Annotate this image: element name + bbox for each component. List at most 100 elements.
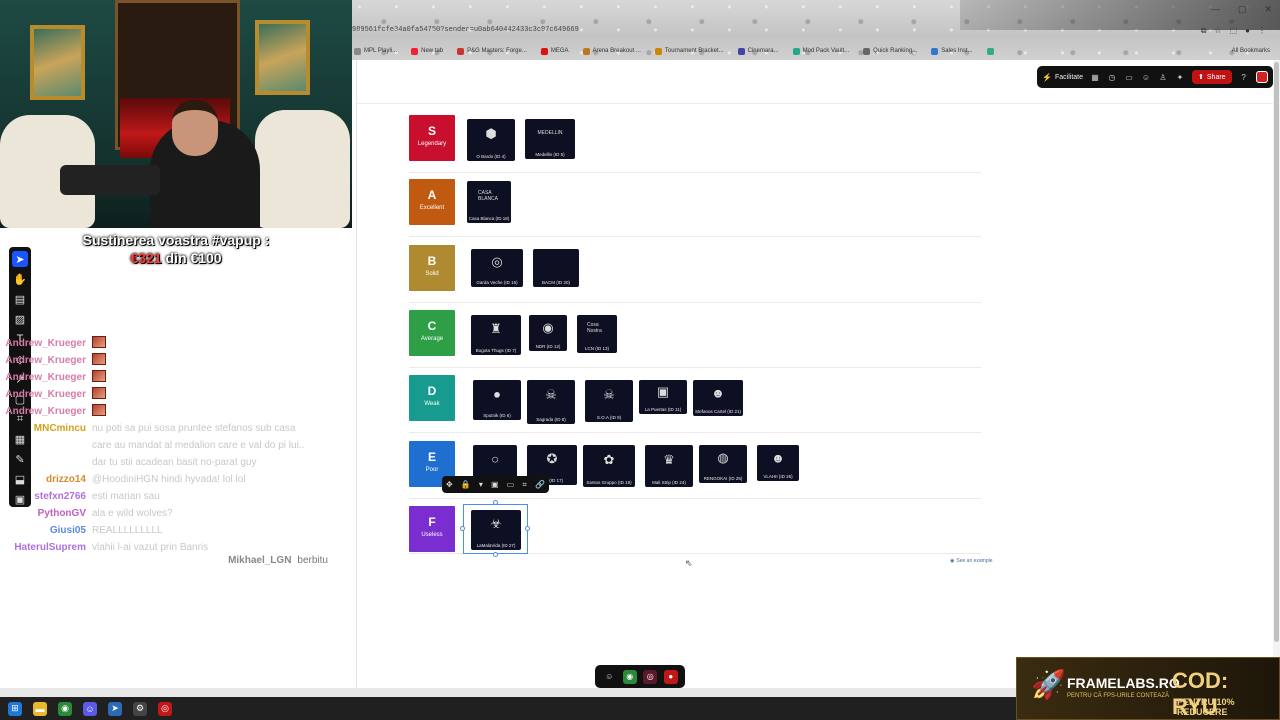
- resize-handle[interactable]: [460, 526, 465, 531]
- resize-handle[interactable]: [493, 500, 498, 505]
- hand-tool-icon[interactable]: ✋: [12, 271, 28, 287]
- tier-badge[interactable]: A Excellent: [409, 179, 455, 225]
- gang-card[interactable]: CASA BLANCA Casa Blanca (ID 18): [467, 181, 511, 223]
- present-icon[interactable]: ▦: [1090, 72, 1100, 82]
- bookmark-item[interactable]: [986, 47, 997, 55]
- gang-card[interactable]: Cosa Nostra LCN (ID 13): [577, 315, 617, 353]
- chat-username[interactable]: stefxn2766: [0, 491, 92, 502]
- bookmark-item[interactable]: Quick Ranking...: [863, 47, 917, 55]
- emoji-icon[interactable]: ☺: [602, 670, 616, 684]
- chat-username[interactable]: drizzo14: [0, 474, 92, 485]
- bookmark-item[interactable]: Cinemara...: [737, 47, 779, 55]
- chat-username[interactable]: Andrew_Krueger: [0, 372, 92, 383]
- comment-icon[interactable]: ▭: [507, 480, 515, 489]
- tier-badge[interactable]: C Average: [409, 310, 455, 356]
- all-bookmarks-button[interactable]: All Bookmarks: [1232, 48, 1280, 54]
- resize-handle[interactable]: [525, 526, 530, 531]
- see-example-link[interactable]: ◉ See an example: [950, 558, 993, 564]
- frame-icon[interactable]: ▣: [491, 480, 499, 489]
- rocket-icon: 🚀: [1031, 669, 1066, 700]
- extensions-icon[interactable]: ⬚: [1230, 26, 1238, 36]
- help-icon[interactable]: ?: [1239, 72, 1249, 82]
- chat-message-row: care au mandat al medalion care e val do…: [0, 437, 352, 454]
- bookmark-item[interactable]: Sales Inst...: [931, 47, 973, 55]
- gang-card[interactable]: ☻ VLAHII (ID 26): [757, 445, 799, 481]
- sticky-note-icon[interactable]: ▨: [12, 311, 28, 327]
- gang-card[interactable]: ▣ La Puertas (ID 11): [639, 380, 687, 414]
- maximize-icon[interactable]: ▢: [1238, 4, 1247, 15]
- file-explorer-icon[interactable]: ▬: [33, 701, 47, 716]
- gang-card[interactable]: ⬢ O Bardo (ID 4): [467, 119, 515, 161]
- bookmark-item[interactable]: Tournament Bracket...: [654, 47, 724, 55]
- crop-icon[interactable]: ⌗: [522, 480, 527, 490]
- gang-card[interactable]: MEDELLIN Medellin (ID 5): [525, 119, 575, 159]
- star-icon[interactable]: ☆: [1214, 26, 1221, 36]
- mic-icon[interactable]: ◎: [643, 669, 658, 684]
- gang-card[interactable]: ◉ NDR (ID 12): [529, 315, 567, 351]
- menu-icon[interactable]: ⋮: [1258, 26, 1266, 36]
- emote-icon: [92, 387, 106, 399]
- chat-username[interactable]: Andrew_Krueger: [0, 338, 92, 349]
- chat-icon[interactable]: ▭: [1124, 72, 1134, 82]
- gang-card[interactable]: ☠ S.O.A (ID 9): [585, 380, 633, 422]
- tier-badge[interactable]: D Weak: [409, 375, 455, 421]
- bookmark-item[interactable]: Arena Breakout ...: [582, 47, 641, 55]
- selection-box[interactable]: [463, 504, 528, 554]
- chrome-icon[interactable]: ◉: [58, 701, 72, 716]
- tier-badge[interactable]: S Legendary: [409, 115, 455, 161]
- bookmark-item[interactable]: Mod Pack Vault...: [792, 47, 849, 55]
- chevron-down-icon[interactable]: ▾: [479, 480, 483, 489]
- tier-badge[interactable]: B Solid: [409, 245, 455, 291]
- minimize-icon[interactable]: —: [1211, 4, 1220, 15]
- templates-icon[interactable]: ▤: [12, 291, 28, 307]
- gang-card[interactable]: ✿ Santos Gruppo (ID 19): [583, 445, 635, 487]
- avatar[interactable]: [1255, 71, 1268, 83]
- gang-card[interactable]: ◍ RENGOKAI (ID 25): [699, 445, 747, 483]
- chat-username[interactable]: PythonGV: [0, 508, 92, 519]
- gang-card[interactable]: ☠ Sagrada (ID 8): [527, 380, 575, 424]
- bookmark-item[interactable]: MEGA: [540, 47, 569, 55]
- gang-card[interactable]: ♜ Bogota Thugs (ID 7): [471, 315, 521, 355]
- bookmark-item[interactable]: MPL Playli...: [354, 47, 397, 55]
- chat-username[interactable]: Andrew_Krueger: [0, 406, 92, 417]
- chat-username[interactable]: Andrew_Krueger: [0, 355, 92, 366]
- gang-card[interactable]: ● Sputnik (ID 6): [473, 380, 521, 420]
- close-icon[interactable]: ✕: [1264, 4, 1272, 15]
- gang-card[interactable]: ♛ Mali Strip (ID 24): [645, 445, 693, 487]
- chat-username[interactable]: Andrew_Krueger: [0, 389, 92, 400]
- record-icon[interactable]: ●: [663, 669, 678, 684]
- telegram-icon[interactable]: ➤: [108, 701, 122, 716]
- profile-icon[interactable]: ●: [1245, 26, 1250, 36]
- webcam-feed: [0, 0, 352, 228]
- video-icon[interactable]: ◉: [622, 669, 637, 684]
- reactions-icon[interactable]: ☺: [1141, 72, 1151, 82]
- install-icon[interactable]: ⧉: [1201, 26, 1207, 36]
- bookmark-item[interactable]: New tab: [411, 47, 443, 55]
- gang-card[interactable]: ☻ Stefanos Cartel (ID 21): [693, 380, 743, 416]
- obs-icon[interactable]: ◎: [158, 701, 172, 716]
- lock-icon[interactable]: 🔒: [461, 480, 471, 489]
- steam-icon[interactable]: ⚙: [133, 701, 147, 716]
- tier-label: Legendary: [417, 141, 447, 147]
- facilitate-button[interactable]: ⚡ Facilitate: [1042, 72, 1083, 82]
- share-button[interactable]: ⬆ Share: [1192, 70, 1232, 84]
- discord-icon[interactable]: ☺: [83, 701, 97, 716]
- bookmark-item[interactable]: P&G Masters: Forge...: [457, 47, 527, 55]
- scrollbar[interactable]: [1273, 60, 1280, 688]
- chat-message-row: drizzo14 @HoodiniHGN hindi hyvada! lol lo…: [0, 471, 352, 488]
- bookmark-favicon-icon: [792, 47, 800, 55]
- gang-card[interactable]: BACM (ID 20): [533, 249, 579, 287]
- address-bar[interactable]: 989561fcfe34a0fa54750?sender=u0ab6404424…: [352, 26, 579, 34]
- resize-handle[interactable]: [493, 552, 498, 557]
- tier-badge[interactable]: F Useless: [409, 506, 455, 552]
- chat-username[interactable]: MNCmincu: [0, 423, 92, 434]
- select-tool-icon[interactable]: ➤: [12, 251, 28, 267]
- apps-toolbar-icon[interactable]: ✦: [1175, 72, 1185, 82]
- timer-icon[interactable]: ◷: [1107, 72, 1117, 82]
- move-icon[interactable]: ✥: [446, 480, 453, 489]
- windows-start-icon[interactable]: ⊞: [8, 701, 22, 716]
- users-icon[interactable]: ♙: [1158, 72, 1168, 82]
- gang-card[interactable]: ◎ Garda Veche (ID 16): [471, 249, 523, 287]
- link-icon[interactable]: 🔗: [535, 480, 545, 489]
- chat-username[interactable]: Giusi05: [0, 525, 92, 536]
